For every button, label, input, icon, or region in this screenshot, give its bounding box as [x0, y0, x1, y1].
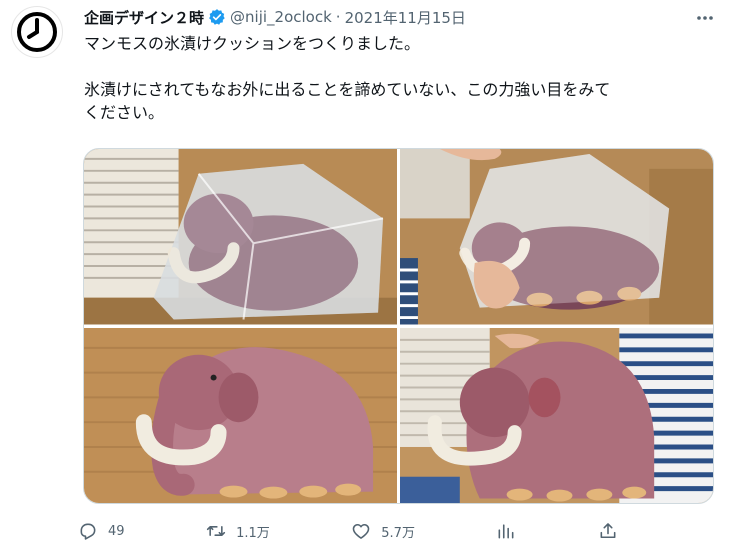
separator-dot: ·	[335, 8, 341, 26]
media-photo-4[interactable]	[400, 327, 713, 503]
retweet-icon	[206, 526, 226, 536]
analytics-button[interactable]	[496, 516, 516, 546]
share-icon	[600, 523, 616, 539]
heart-icon	[352, 523, 370, 539]
tweet-text-line: ください。	[84, 103, 165, 122]
reply-count: 49	[108, 523, 125, 539]
clock-icon	[17, 12, 57, 52]
avatar[interactable]	[11, 6, 63, 58]
tweet-card[interactable]: 企画デザイン２時 @niji_2oclock · 2021年11月15日 マンモ…	[0, 0, 731, 555]
author-handle[interactable]: @niji_2oclock	[230, 8, 332, 26]
like-button[interactable]: 5.7万	[351, 516, 415, 546]
action-bar: 49 1.1万 5.7万	[78, 516, 618, 546]
media-grid	[83, 148, 714, 504]
analytics-icon	[499, 524, 514, 539]
tweet-header: 企画デザイン２時 @niji_2oclock · 2021年11月15日	[84, 6, 466, 28]
media-photo-3[interactable]	[84, 327, 397, 503]
like-count: 5.7万	[381, 525, 415, 541]
tweet-text: マンモスの氷漬けクッションをつくりました。 氷漬けにされてもなお外に出ることを諦…	[84, 32, 704, 124]
media-photo-1[interactable]	[84, 149, 397, 325]
more-options-icon	[697, 16, 713, 20]
tweet-date[interactable]: 2021年11月15日	[345, 7, 466, 28]
share-button[interactable]	[598, 516, 618, 546]
tweet-text-line: 氷漬けにされてもなお外に出ることを諦めていない、この力強い目をみて	[84, 80, 611, 99]
reply-icon	[80, 523, 96, 540]
more-options-button[interactable]	[691, 4, 719, 32]
reply-button[interactable]: 49	[78, 516, 125, 546]
tweet-text-line: マンモスの氷漬けクッションをつくりました。	[84, 34, 421, 53]
author-name[interactable]: 企画デザイン２時	[84, 7, 204, 28]
retweet-button[interactable]: 1.1万	[206, 516, 270, 546]
verified-badge-icon	[209, 9, 225, 25]
media-photo-2[interactable]	[400, 149, 713, 325]
retweet-count: 1.1万	[236, 525, 270, 541]
